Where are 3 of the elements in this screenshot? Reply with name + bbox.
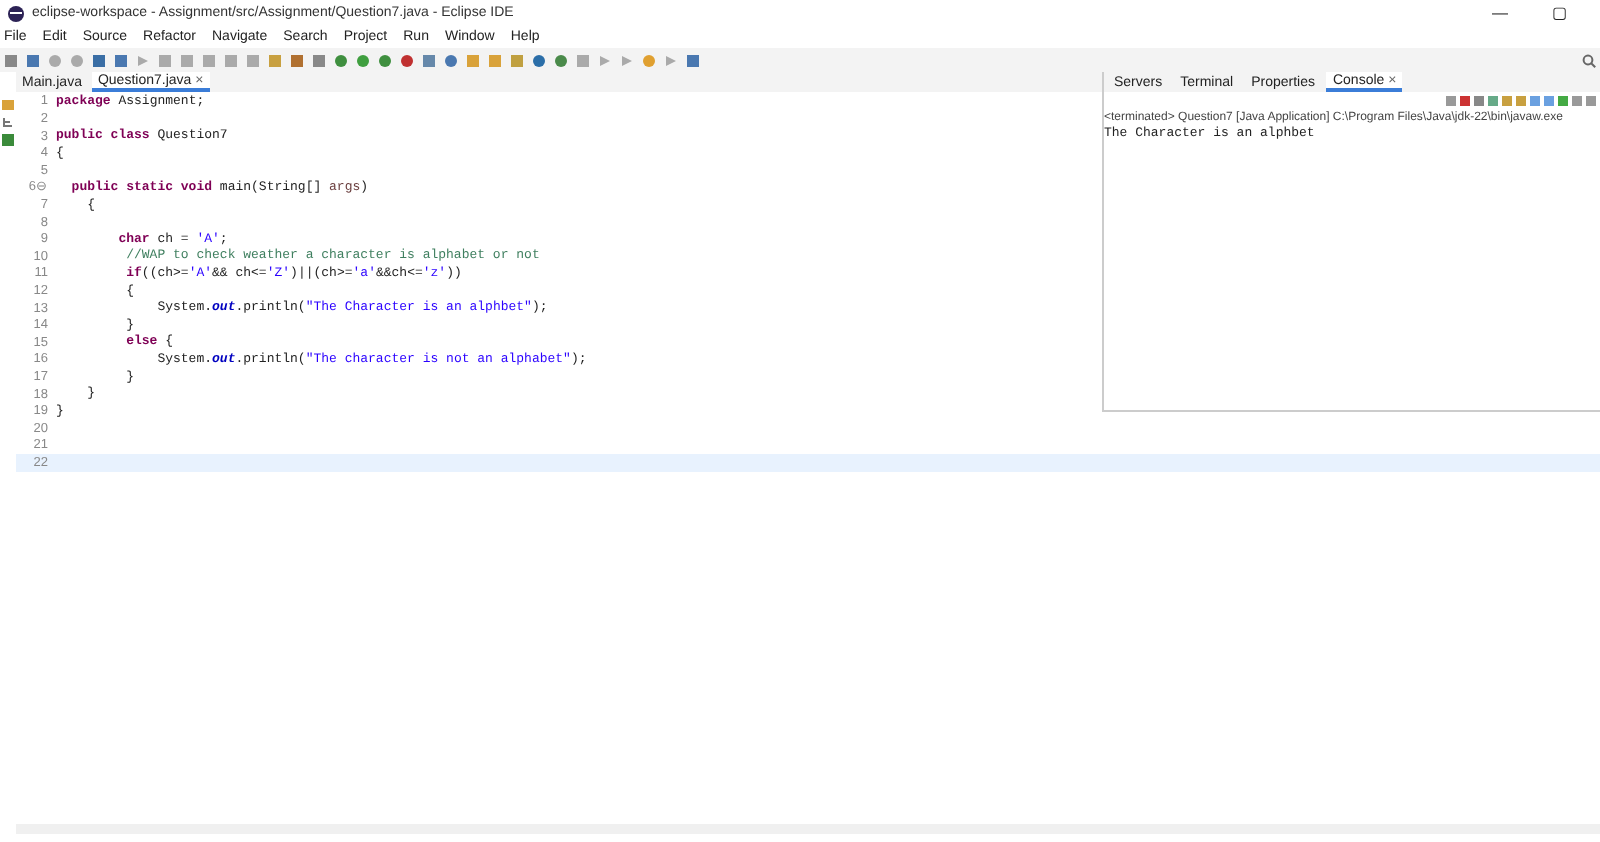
eclipse-logo-icon: [8, 6, 24, 22]
maximize-button[interactable]: ▢: [1552, 6, 1568, 22]
minimize-button[interactable]: —: [1492, 6, 1508, 22]
